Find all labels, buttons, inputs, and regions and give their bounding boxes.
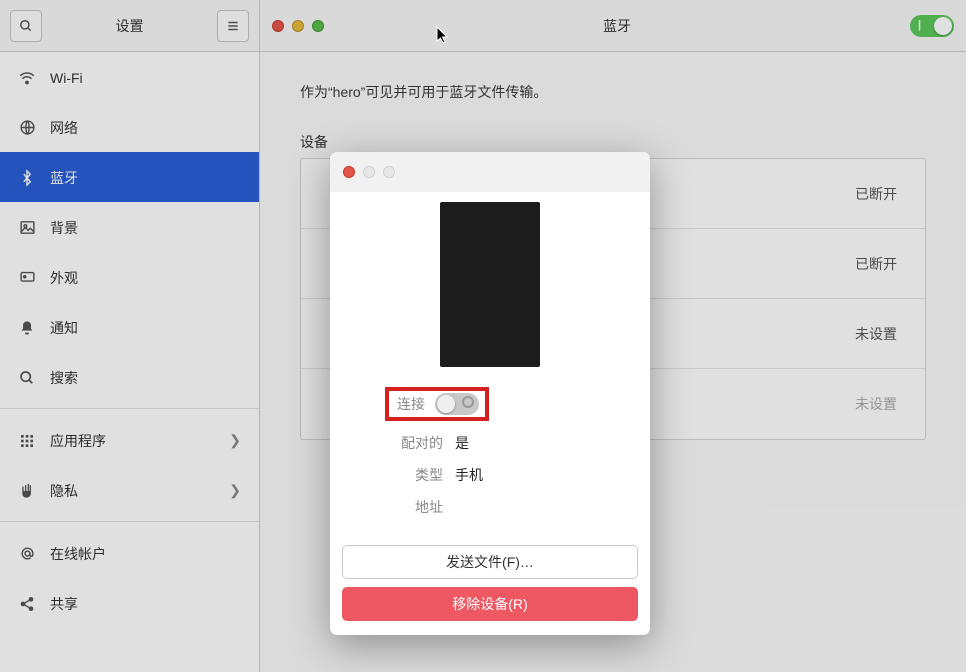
window-controls <box>272 20 324 32</box>
menu-button[interactable] <box>217 10 249 42</box>
chevron-right-icon: ❯ <box>229 432 241 449</box>
search-button[interactable] <box>10 10 42 42</box>
dialog-minimize-button <box>363 166 375 178</box>
sidebar-item-label: 隐私 <box>50 481 78 501</box>
sidebar-item-background[interactable]: 背景 <box>0 202 259 252</box>
sidebar-item-search[interactable]: 搜索 <box>0 352 259 402</box>
at-icon <box>18 545 36 562</box>
toggle-off-indicator <box>462 396 474 408</box>
appearance-icon <box>18 269 36 286</box>
connect-row: 连接 <box>385 381 595 427</box>
sidebar-header: 设置 <box>0 0 259 52</box>
visibility-text: 作为“hero”可见并可用于蓝牙文件传输。 <box>300 82 926 102</box>
sidebar-item-privacy[interactable]: 隐私 ❯ <box>0 465 259 515</box>
toggle-knob <box>934 17 952 35</box>
sidebar-item-label: 通知 <box>50 318 78 338</box>
type-label: 类型 <box>385 465 455 485</box>
paired-value: 是 <box>455 433 595 453</box>
devices-heading: 设备 <box>300 132 926 152</box>
connect-toggle[interactable] <box>435 393 479 415</box>
toggle-on-indicator: | <box>918 19 921 31</box>
sidebar-list: Wi-Fi 网络 蓝牙 背景 外观 通知 搜索 应用程序 <box>0 52 259 672</box>
sidebar-item-appearance[interactable]: 外观 <box>0 252 259 302</box>
sidebar-item-wifi[interactable]: Wi-Fi <box>0 52 259 102</box>
sidebar-item-label: 应用程序 <box>50 431 106 451</box>
search-icon <box>18 370 36 386</box>
sidebar-item-notifications[interactable]: 通知 <box>0 302 259 352</box>
dialog-body: 连接 配对的 是 类型 手机 地址 <box>330 192 650 539</box>
search-icon <box>19 19 33 33</box>
bluetooth-icon <box>18 169 36 187</box>
sidebar-item-sharing[interactable]: 共享 <box>0 578 259 628</box>
hand-icon <box>18 483 36 499</box>
sidebar-item-label: Wi-Fi <box>50 70 83 86</box>
share-icon <box>18 596 36 612</box>
window-close-button[interactable] <box>272 20 284 32</box>
bell-icon <box>18 320 36 336</box>
window-minimize-button[interactable] <box>292 20 304 32</box>
main-header: 蓝牙 | <box>260 0 966 52</box>
sidebar-item-bluetooth[interactable]: 蓝牙 <box>0 152 259 202</box>
connect-label: 连接 <box>391 394 425 414</box>
sidebar-item-online-accounts[interactable]: 在线帐户 <box>0 528 259 578</box>
address-row: 地址 <box>385 491 595 523</box>
sidebar-item-label: 共享 <box>50 594 78 614</box>
highlight-annotation: 连接 <box>385 387 489 421</box>
address-label: 地址 <box>385 497 455 517</box>
sidebar-item-label: 蓝牙 <box>50 168 78 188</box>
device-details-dialog: 连接 配对的 是 类型 手机 地址 发送文件(F)… <box>330 152 650 635</box>
globe-icon <box>18 119 36 136</box>
type-row: 类型 手机 <box>385 459 595 491</box>
apps-icon <box>18 433 36 449</box>
device-properties: 连接 配对的 是 类型 手机 地址 <box>385 381 595 523</box>
device-status: 已断开 <box>855 254 897 274</box>
paired-label: 配对的 <box>385 433 455 453</box>
sidebar-divider <box>0 408 259 409</box>
sidebar-item-network[interactable]: 网络 <box>0 102 259 152</box>
device-status: 已断开 <box>855 184 897 204</box>
wifi-icon <box>18 69 36 87</box>
sidebar-item-label: 网络 <box>50 118 78 138</box>
window-maximize-button[interactable] <box>312 20 324 32</box>
toggle-knob <box>437 395 455 413</box>
sidebar-divider <box>0 521 259 522</box>
hamburger-icon <box>226 19 240 33</box>
sidebar-item-applications[interactable]: 应用程序 ❯ <box>0 415 259 465</box>
dialog-titlebar <box>330 152 650 192</box>
remove-device-button[interactable]: 移除设备(R) <box>342 587 638 621</box>
sidebar-item-label: 外观 <box>50 268 78 288</box>
sidebar-item-label: 背景 <box>50 218 78 238</box>
type-value: 手机 <box>455 465 595 485</box>
sidebar-item-label: 在线帐户 <box>50 544 106 564</box>
settings-sidebar: 设置 Wi-Fi 网络 蓝牙 背景 外观 通知 <box>0 0 260 672</box>
device-status: 未设置 <box>855 394 897 414</box>
bluetooth-master-toggle[interactable]: | <box>910 15 954 37</box>
device-status: 未设置 <box>855 324 897 344</box>
dialog-actions: 发送文件(F)… 移除设备(R) <box>330 539 650 635</box>
device-thumbnail <box>440 202 540 367</box>
dialog-close-button[interactable] <box>343 166 355 178</box>
sidebar-title: 设置 <box>42 16 217 36</box>
dialog-maximize-button <box>383 166 395 178</box>
send-files-button[interactable]: 发送文件(F)… <box>342 545 638 579</box>
image-icon <box>18 219 36 236</box>
page-title: 蓝牙 <box>324 16 910 36</box>
chevron-right-icon: ❯ <box>229 482 241 499</box>
sidebar-item-label: 搜索 <box>50 368 78 388</box>
paired-row: 配对的 是 <box>385 427 595 459</box>
